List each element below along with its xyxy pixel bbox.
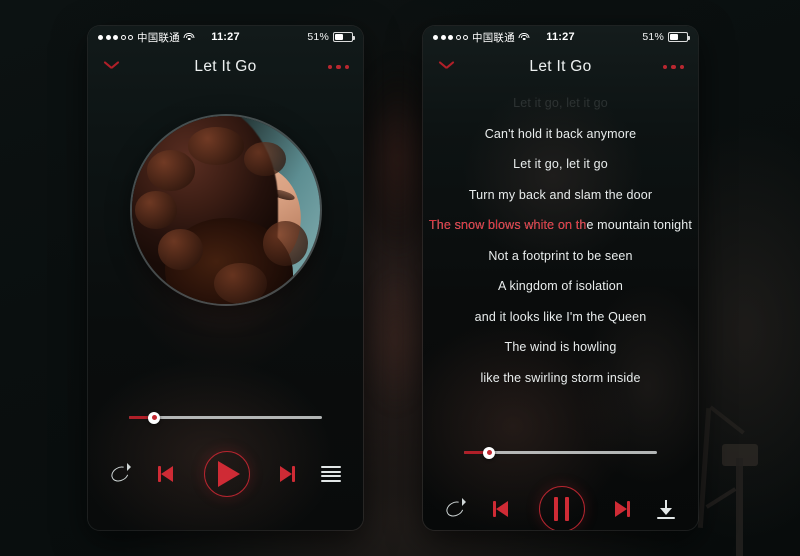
album-art[interactable] (131, 116, 320, 304)
pause-icon (538, 486, 585, 530)
repeat-icon (443, 498, 467, 520)
more-options-icon[interactable] (662, 64, 684, 70)
lyric-line: Let it go, let it go (513, 157, 608, 171)
download-icon (656, 499, 676, 519)
lyric-line: Turn my back and slam the door (468, 187, 653, 202)
lyric-line: Not a footprint to be seen (488, 248, 633, 263)
wifi-icon (518, 32, 530, 42)
lyric-line: and it looks like I'm the Queen (474, 309, 647, 324)
page-title: Let It Go (529, 58, 592, 75)
pause-button[interactable] (538, 486, 585, 530)
repeat-button[interactable] (443, 498, 467, 520)
play-button[interactable] (203, 451, 250, 497)
battery-percent-label: 51% (307, 31, 329, 43)
nav-bar: Let It Go (423, 48, 698, 86)
lyric-line: A kingdom of isolation (498, 279, 623, 293)
next-track-icon (610, 500, 630, 518)
status-bar-left: 中国联通 (433, 30, 530, 45)
playlist-icon (321, 466, 341, 482)
status-bar: 中国联通 11:27 51% (88, 26, 363, 48)
playlist-button[interactable] (321, 466, 341, 482)
carrier-label: 中国联通 (137, 31, 180, 44)
previous-track-icon (158, 465, 178, 483)
progress-knob[interactable] (148, 411, 161, 424)
lyric-line: like the swirling storm inside (480, 370, 641, 385)
lyric-line: The wind is howling (504, 340, 617, 354)
repeat-icon (108, 463, 132, 485)
player-screen-lyrics: 中国联通 11:27 51% Let It Go Let it go, let … (423, 26, 698, 530)
progress-slider[interactable] (129, 411, 322, 424)
nav-bar: Let It Go (88, 48, 363, 86)
player-screen-nowplaying: 中国联通 11:27 51% Let It Go (88, 26, 363, 530)
lyric-sung-overlay: The snow blows white on the mountain ton… (429, 218, 587, 232)
lyric-line: The snow blows white on the mountain ton… (429, 210, 692, 241)
battery-icon (333, 32, 355, 42)
signal-strength-icon (98, 34, 133, 40)
battery-icon (668, 32, 690, 42)
signal-strength-icon (433, 34, 468, 40)
lyric-line: Can't hold it back anymore (484, 126, 637, 141)
status-bar: 中国联通 11:27 51% (423, 26, 698, 48)
page-title: Let It Go (194, 58, 257, 75)
lyrics-list[interactable]: Let it go, let it go Can't hold it back a… (423, 86, 698, 426)
download-button[interactable] (656, 499, 676, 519)
album-art-container (88, 86, 363, 334)
next-track-button[interactable] (275, 465, 295, 483)
wifi-icon (183, 32, 195, 42)
battery-percent-label: 51% (642, 31, 664, 43)
status-bar-right: 51% (307, 31, 355, 43)
carrier-label: 中国联通 (472, 31, 515, 44)
progress-knob[interactable] (483, 446, 496, 459)
more-options-icon[interactable] (327, 64, 349, 70)
chevron-down-icon[interactable] (102, 57, 122, 77)
previous-track-button[interactable] (158, 465, 178, 483)
status-bar-left: 中国联通 (98, 30, 195, 45)
progress-slider[interactable] (464, 446, 657, 459)
chevron-down-icon[interactable] (437, 57, 457, 77)
phone-left: 中国联通 11:27 51% Let It Go (88, 26, 363, 530)
play-icon (203, 451, 250, 497)
repeat-button[interactable] (108, 463, 132, 485)
status-bar-right: 51% (642, 31, 690, 43)
next-track-icon (275, 465, 295, 483)
previous-track-icon (493, 500, 513, 518)
album-art-photo (131, 116, 320, 304)
phone-right: 中国联通 11:27 51% Let It Go Let it go, let … (423, 26, 698, 530)
previous-track-button[interactable] (493, 500, 513, 518)
next-track-button[interactable] (610, 500, 630, 518)
lyric-line: Let it go, let it go (513, 96, 608, 110)
